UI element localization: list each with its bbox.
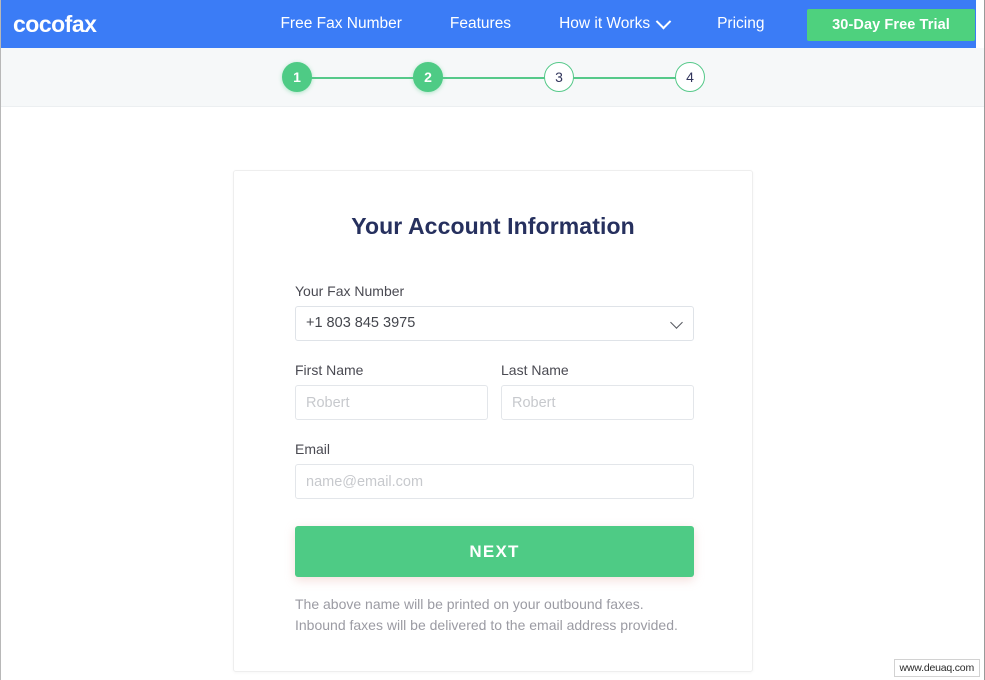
chevron-down-icon — [655, 13, 672, 29]
step-indicator-4[interactable]: 4 — [675, 62, 705, 92]
cocofax-logo[interactable]: cocofax — [13, 12, 97, 36]
next-button[interactable]: NEXT — [295, 526, 694, 577]
email-input[interactable] — [295, 464, 694, 499]
email-group: Email — [295, 441, 694, 499]
top-navbar: cocofax Free Fax Number Features How it … — [1, 0, 976, 48]
fax-number-select[interactable]: +1 803 845 3975 — [295, 306, 694, 341]
fax-number-label: Your Fax Number — [295, 283, 405, 299]
nav-link-label: How it Works — [559, 15, 651, 33]
page-root: cocofax Free Fax Number Features How it … — [0, 0, 985, 680]
step-connector-2-3 — [439, 77, 553, 79]
step-indicator-1[interactable]: 1 — [282, 62, 312, 92]
first-name-group: First Name — [295, 362, 488, 420]
first-name-input[interactable] — [295, 385, 488, 420]
first-name-label: First Name — [295, 362, 364, 378]
account-information-card: Your Account Information Your Fax Number… — [233, 170, 753, 672]
nav-link-free-fax-number[interactable]: Free Fax Number — [256, 16, 425, 32]
step-connector-1-2 — [308, 77, 422, 79]
nav-link-label: Pricing — [717, 15, 765, 33]
card-title: Your Account Information — [351, 213, 635, 239]
helper-text-line-1: The above name will be printed on your o… — [295, 596, 644, 612]
fax-number-select-wrap: +1 803 845 3975 — [295, 306, 694, 341]
last-name-input[interactable] — [501, 385, 694, 420]
nav-link-label: Free Fax Number — [280, 15, 402, 33]
progress-stepper: 1 2 3 4 — [282, 62, 706, 94]
last-name-label: Last Name — [501, 362, 569, 378]
last-name-group: Last Name — [501, 362, 694, 420]
helper-text-line-2: Inbound faxes will be delivered to the e… — [295, 617, 678, 633]
nav-links: Free Fax Number Features How it Works Pr… — [256, 13, 788, 33]
nav-link-features[interactable]: Features — [426, 16, 535, 32]
progress-stepper-bar: 1 2 3 4 — [1, 48, 984, 107]
email-label: Email — [295, 441, 331, 457]
nav-link-label: Features — [449, 15, 512, 33]
nav-link-pricing[interactable]: Pricing — [693, 16, 788, 32]
free-trial-button[interactable]: 30-Day Free Trial — [807, 9, 975, 41]
helper-text: The above name will be printed on your o… — [295, 594, 694, 636]
account-form: Your Fax Number +1 803 845 3975 First Na… — [295, 283, 694, 636]
nav-link-how-it-works[interactable]: How it Works — [535, 13, 693, 33]
name-row: First Name Last Name — [295, 362, 694, 420]
step-indicator-3[interactable]: 3 — [544, 62, 574, 92]
step-connector-3-4 — [570, 77, 684, 79]
site-watermark: www.deuaq.com — [893, 659, 980, 677]
step-indicator-2[interactable]: 2 — [413, 62, 443, 92]
